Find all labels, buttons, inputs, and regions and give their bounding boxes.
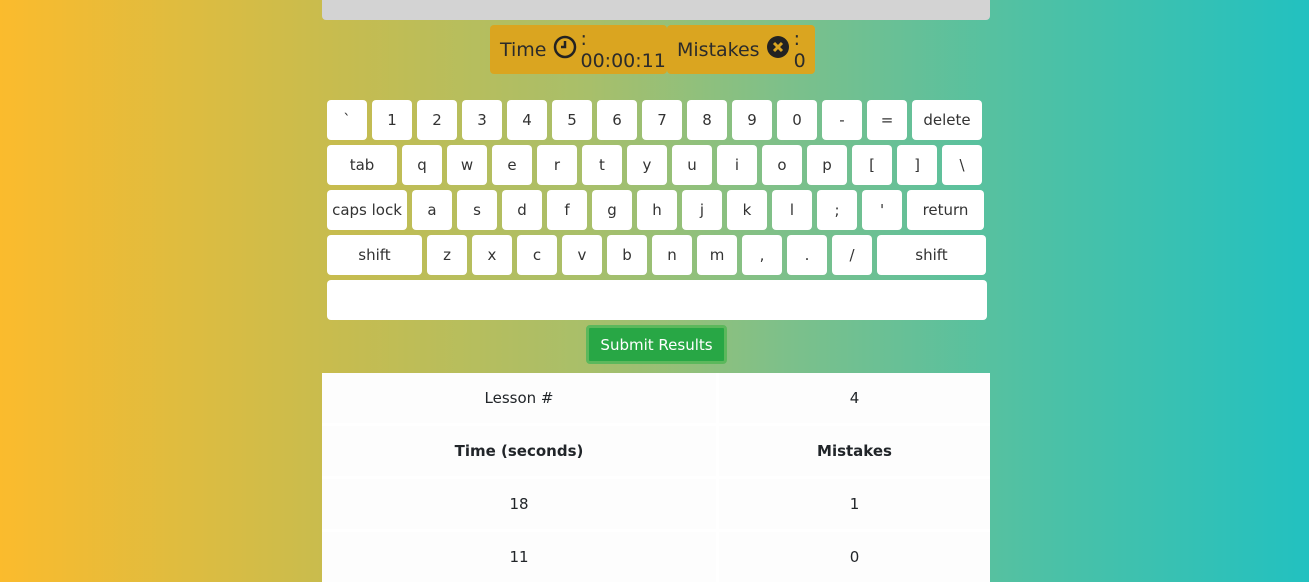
key-h[interactable]: h xyxy=(637,190,677,230)
results-table: Lesson # 4 Time (seconds) Mistakes 18 1 … xyxy=(322,373,990,582)
time-cell: 18 xyxy=(322,479,719,532)
key-shift[interactable]: shift xyxy=(327,235,422,275)
key-5[interactable]: 5 xyxy=(552,100,592,140)
key-6[interactable]: 6 xyxy=(597,100,637,140)
key-k[interactable]: k xyxy=(727,190,767,230)
key-p[interactable]: p xyxy=(807,145,847,185)
key-y[interactable]: y xyxy=(627,145,667,185)
key-][interactable]: ] xyxy=(897,145,937,185)
key-w[interactable]: w xyxy=(447,145,487,185)
key-.[interactable]: . xyxy=(787,235,827,275)
lesson-value: 4 xyxy=(719,373,990,426)
key-s[interactable]: s xyxy=(457,190,497,230)
key-=[interactable]: = xyxy=(867,100,907,140)
key-u[interactable]: u xyxy=(672,145,712,185)
mistakes-label: Mistakes xyxy=(677,38,760,61)
submit-results-button[interactable]: Submit Results xyxy=(586,325,727,364)
key-t[interactable]: t xyxy=(582,145,622,185)
key-z[interactable]: z xyxy=(427,235,467,275)
timer-stat: Time : 00:00:11 xyxy=(490,25,667,74)
clock-icon xyxy=(547,35,581,64)
header-time: Time (seconds) xyxy=(322,426,719,479)
time-label: Time xyxy=(500,38,547,61)
key-a[interactable]: a xyxy=(412,190,452,230)
key-j[interactable]: j xyxy=(682,190,722,230)
key-l[interactable]: l xyxy=(772,190,812,230)
header-row: Time (seconds) Mistakes xyxy=(322,426,990,479)
key-`[interactable]: ` xyxy=(327,100,367,140)
key-m[interactable]: m xyxy=(697,235,737,275)
mistakes-cell: 0 xyxy=(719,532,990,582)
key-c[interactable]: c xyxy=(517,235,557,275)
mistakes-cell: 1 xyxy=(719,479,990,532)
key--[interactable]: - xyxy=(822,100,862,140)
key-3[interactable]: 3 xyxy=(462,100,502,140)
mistakes-stat: Mistakes : 0 xyxy=(667,25,815,74)
key-8[interactable]: 8 xyxy=(687,100,727,140)
key-v[interactable]: v xyxy=(562,235,602,275)
key-i[interactable]: i xyxy=(717,145,757,185)
key-1[interactable]: 1 xyxy=(372,100,412,140)
key-f[interactable]: f xyxy=(547,190,587,230)
key-\[interactable]: \ xyxy=(942,145,982,185)
key-e[interactable]: e xyxy=(492,145,532,185)
text-display-bar xyxy=(322,0,990,20)
key-delete[interactable]: delete xyxy=(912,100,982,140)
key-;[interactable]: ; xyxy=(817,190,857,230)
key-0[interactable]: 0 xyxy=(777,100,817,140)
key-tab[interactable]: tab xyxy=(327,145,397,185)
key-b[interactable]: b xyxy=(607,235,647,275)
key-g[interactable]: g xyxy=(592,190,632,230)
key-r[interactable]: r xyxy=(537,145,577,185)
key-[[interactable]: [ xyxy=(852,145,892,185)
key-2[interactable]: 2 xyxy=(417,100,457,140)
key-n[interactable]: n xyxy=(652,235,692,275)
header-mistakes: Mistakes xyxy=(719,426,990,479)
key-q[interactable]: q xyxy=(402,145,442,185)
key-7[interactable]: 7 xyxy=(642,100,682,140)
key-caps-lock[interactable]: caps lock xyxy=(327,190,407,230)
key-'[interactable]: ' xyxy=(862,190,902,230)
lesson-row: Lesson # 4 xyxy=(322,373,990,426)
lesson-label: Lesson # xyxy=(322,373,719,426)
table-row: 18 1 xyxy=(322,479,990,532)
key-,[interactable]: , xyxy=(742,235,782,275)
key-shift[interactable]: shift xyxy=(877,235,986,275)
key-4[interactable]: 4 xyxy=(507,100,547,140)
key-9[interactable]: 9 xyxy=(732,100,772,140)
time-value: : 00:00:11 xyxy=(580,27,666,72)
stats-bar: Time : 00:00:11 Mistakes : 0 xyxy=(490,25,815,74)
key-x[interactable]: x xyxy=(472,235,512,275)
key-o[interactable]: o xyxy=(762,145,802,185)
key-d[interactable]: d xyxy=(502,190,542,230)
error-icon xyxy=(760,35,794,64)
key-space[interactable] xyxy=(327,280,987,320)
mistakes-value: : 0 xyxy=(793,27,806,72)
key-/[interactable]: / xyxy=(832,235,872,275)
time-cell: 11 xyxy=(322,532,719,582)
table-row: 11 0 xyxy=(322,532,990,582)
key-return[interactable]: return xyxy=(907,190,984,230)
